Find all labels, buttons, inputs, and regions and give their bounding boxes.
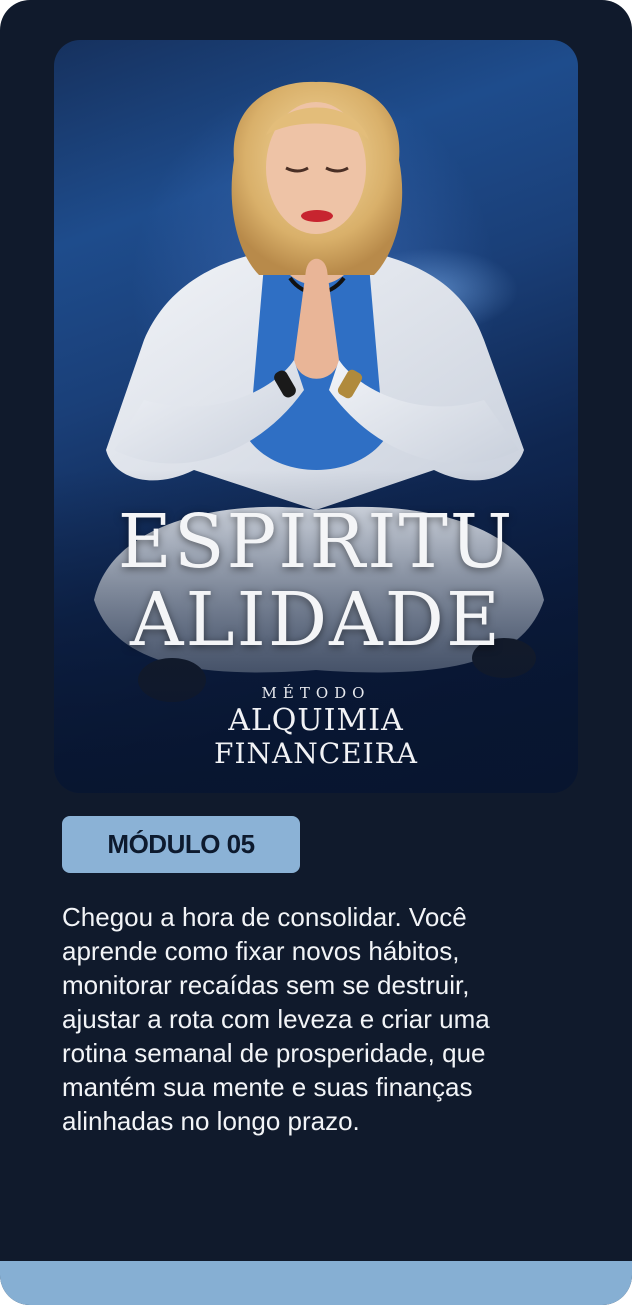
description-line: Chegou a hora de consolidar. Você: [62, 902, 467, 932]
module-badge: MÓDULO 05: [62, 816, 300, 873]
module-description: Chegou a hora de consolidar. Você aprend…: [62, 900, 582, 1138]
module-card: ESPIRITU ALIDADE MÉTODO ALQUIMIA FINANCE…: [0, 0, 632, 1305]
description-line: mantém sua mente e suas finanças: [62, 1072, 473, 1102]
description-line: aprende como fixar novos hábitos,: [62, 936, 460, 966]
description-line: alinhadas no longo prazo.: [62, 1106, 360, 1136]
module-cover-image: ESPIRITU ALIDADE MÉTODO ALQUIMIA FINANCE…: [54, 40, 578, 793]
description-line: rotina semanal de prosperidade, que: [62, 1038, 486, 1068]
cover-metodo-label: MÉTODO: [261, 684, 371, 702]
cover-title-line2: ALIDADE: [130, 577, 502, 663]
description-line: ajustar a rota com leveza e criar uma: [62, 1004, 490, 1034]
cover-brand-line1: ALQUIMIA: [228, 703, 404, 738]
bottom-accent-bar: [0, 1261, 632, 1305]
woman-meditating-photo: [54, 81, 578, 793]
cover-title-line1: ESPIRITU: [117, 499, 515, 585]
description-line: monitorar recaídas sem se destruir,: [62, 970, 470, 1000]
cover-brand-line2: FINANCEIRA: [214, 737, 418, 770]
